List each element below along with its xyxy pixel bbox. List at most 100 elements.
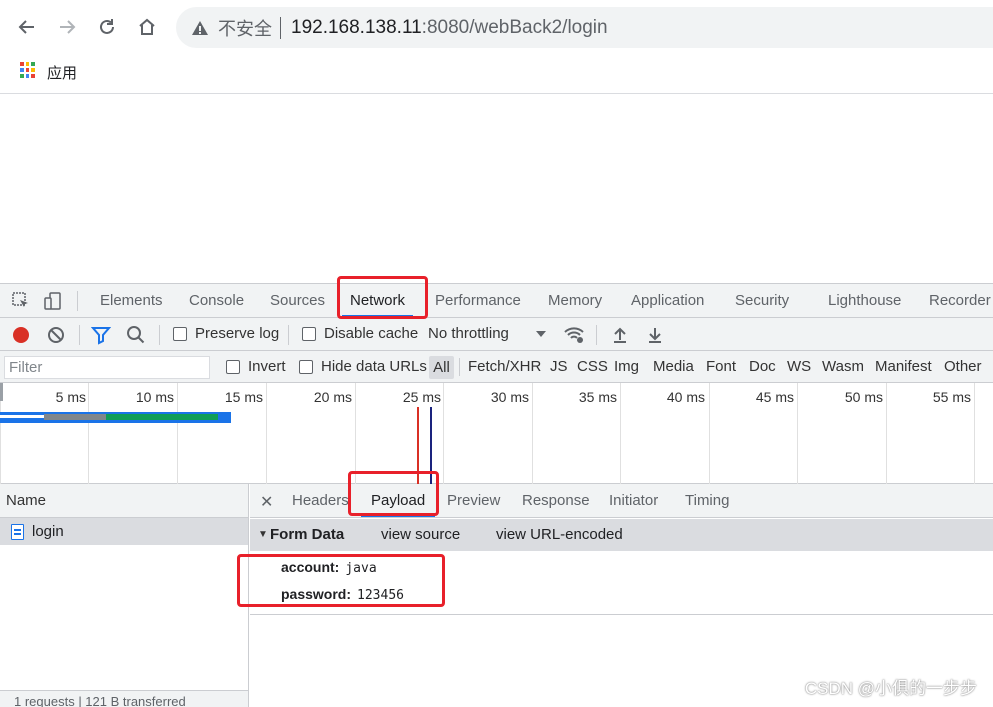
reload-button[interactable] [94, 14, 120, 40]
filter-type-doc[interactable]: Doc [749, 358, 776, 375]
tab-sources[interactable]: Sources [270, 284, 325, 317]
timeline-gridline [620, 383, 621, 484]
filter-type-ws[interactable]: WS [787, 358, 811, 375]
export-har-icon[interactable] [645, 325, 665, 345]
tab-memory[interactable]: Memory [548, 284, 602, 317]
apps-grid-dot [31, 74, 35, 78]
filter-type-all[interactable]: All [429, 356, 454, 379]
tab-recorder[interactable]: Recorder [929, 284, 991, 317]
apps-grid-dot [25, 62, 29, 66]
timeline-tick: 15 ms [224, 389, 263, 405]
filter-type-fetch-xhr[interactable]: Fetch/XHR [468, 358, 541, 375]
tab-security[interactable]: Security [735, 284, 789, 317]
tab-application[interactable]: Application [631, 284, 704, 317]
view-source-link[interactable]: view source [381, 519, 460, 551]
waterfall-queue-segment [0, 415, 44, 418]
tab-timing[interactable]: Timing [685, 484, 729, 517]
preserve-log-label: Preserve log [195, 325, 280, 342]
url-path: :8080/webBack2/login [421, 16, 608, 38]
search-icon[interactable] [126, 325, 146, 345]
tab-elements[interactable]: Elements [100, 284, 163, 317]
network-conditions-icon[interactable] [563, 324, 585, 346]
back-button[interactable] [14, 14, 40, 40]
load-event-marker [417, 407, 419, 484]
disable-cache-label: Disable cache [324, 325, 419, 342]
filter-type-img[interactable]: Img [614, 358, 639, 375]
apps-grid-dot [20, 62, 24, 66]
timeline-tick: 35 ms [578, 389, 617, 405]
record-icon[interactable] [11, 325, 31, 345]
toolbar-divider [159, 325, 160, 345]
apps-grid-dot [20, 68, 24, 72]
form-field-key: password: [281, 586, 352, 602]
timeline-gridline [177, 383, 178, 484]
tab-headers[interactable]: Headers [292, 484, 349, 517]
timeline-tick: 20 ms [313, 389, 352, 405]
apps-bookmark-label[interactable]: 应用 [47, 62, 77, 83]
timeline-tick: 50 ms [844, 389, 883, 405]
request-name: login [32, 523, 64, 540]
disable-cache-checkbox[interactable] [302, 327, 316, 341]
invert-checkbox[interactable] [226, 360, 240, 374]
tab-initiator[interactable]: Initiator [609, 484, 658, 517]
forward-button[interactable] [54, 14, 80, 40]
hide-data-urls-checkbox[interactable] [299, 360, 313, 374]
timeline-tick: 45 ms [755, 389, 794, 405]
tab-payload[interactable]: Payload [360, 484, 436, 517]
tab-preview[interactable]: Preview [447, 484, 500, 517]
clear-icon[interactable] [46, 325, 66, 345]
tab-lighthouse[interactable]: Lighthouse [828, 284, 901, 317]
waterfall-stall-segment [44, 414, 106, 420]
timeline-tick: 5 ms [55, 389, 86, 405]
import-har-icon[interactable] [610, 325, 630, 345]
chevron-down-icon[interactable] [535, 329, 547, 339]
address-bar[interactable]: 不安全 192.168.138.11 :8080/webBack2/login [176, 7, 993, 48]
tab-network[interactable]: Network [341, 284, 414, 317]
apps-icon[interactable] [20, 62, 35, 78]
form-field-value: 123456 [357, 588, 404, 603]
form-field-value: java [345, 561, 377, 576]
throttling-select[interactable]: No throttling [428, 325, 509, 342]
filter-type-manifest[interactable]: Manifest [875, 358, 932, 375]
tabs-divider [77, 291, 78, 311]
waterfall-wait-segment [106, 414, 218, 420]
timeline-gridline [709, 383, 710, 484]
name-column-header[interactable]: Name [0, 484, 248, 518]
tab-response[interactable]: Response [522, 484, 590, 517]
filter-input[interactable]: Filter [4, 356, 210, 379]
timeline-gridline [355, 383, 356, 484]
devtools-tabs: Elements Console Sources Network Perform… [0, 284, 993, 318]
form-data-title: Form Data [270, 526, 345, 543]
timeline-tick: 25 ms [402, 389, 441, 405]
timeline-gridline [974, 383, 975, 484]
timeline-gridline [88, 383, 89, 484]
filter-type-media[interactable]: Media [653, 358, 694, 375]
filter-type-wasm[interactable]: Wasm [822, 358, 864, 375]
detail-tabs: ✕ Headers Payload Preview Response Initi… [250, 484, 993, 518]
overview-start-handle[interactable] [0, 383, 3, 401]
dom-content-loaded-marker [430, 407, 432, 484]
filter-icon[interactable] [91, 325, 111, 345]
filter-type-js[interactable]: JS [550, 358, 568, 375]
home-button[interactable] [134, 14, 160, 40]
network-summary: 1 requests | 121 B transferred [0, 690, 248, 707]
tab-console[interactable]: Console [189, 284, 244, 317]
arrow-left-icon [18, 20, 34, 34]
filter-type-other[interactable]: Other [944, 358, 982, 375]
timeline-overview[interactable]: 5 ms 10 ms 15 ms 20 ms 25 ms 30 ms 35 ms… [0, 383, 993, 484]
device-toolbar-icon[interactable] [43, 291, 63, 311]
browser-toolbar: 不安全 192.168.138.11 :8080/webBack2/login [0, 0, 993, 54]
form-field-key: account: [281, 559, 340, 575]
inspect-element-icon[interactable] [11, 291, 31, 311]
preserve-log-checkbox[interactable] [173, 327, 187, 341]
timeline-gridline [886, 383, 887, 484]
watermark: CSDN @小俱的一步步 [804, 679, 977, 698]
request-waterfall-bar [0, 412, 231, 423]
filter-type-font[interactable]: Font [706, 358, 736, 375]
filter-type-css[interactable]: CSS [577, 358, 608, 375]
tab-performance[interactable]: Performance [435, 284, 521, 317]
request-row[interactable]: login [0, 518, 248, 545]
form-data-section-header[interactable]: ▼ Form Data view source view URL-encoded [250, 519, 993, 551]
view-url-encoded-link[interactable]: view URL-encoded [496, 519, 623, 551]
close-icon[interactable]: ✕ [260, 492, 273, 512]
